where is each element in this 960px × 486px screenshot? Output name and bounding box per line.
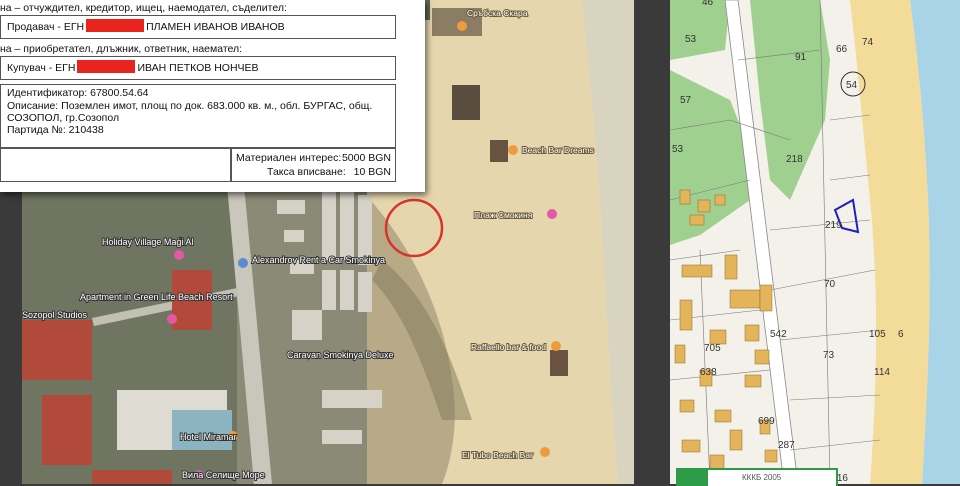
label-sozopol-studios: Sozopol Studios [22, 310, 88, 320]
seller-name: ПЛАМЕН ИВАНОВ ИВАНОВ [146, 21, 285, 33]
parcel-54: 54 [846, 80, 858, 91]
parcel-74: 74 [862, 37, 874, 48]
parcel-542: 542 [770, 329, 787, 340]
doc-party-header-1: на – отчуждител, кредитор, ищец, наемода… [0, 2, 287, 14]
fees-left-cell [0, 148, 231, 182]
fee-label: Такса вписване: [267, 166, 346, 178]
parcel-705: 705 [704, 343, 721, 354]
property-box: Идентификатор: 67800.54.64 Описание: Поз… [0, 84, 396, 148]
parcel-114: 114 [874, 367, 890, 378]
parcel-91: 91 [795, 52, 807, 63]
seller-prefix: Продавач - ЕГН [7, 21, 85, 33]
label-srabska: Сръбска Скара [467, 8, 528, 18]
buyer-row: Купувач - ЕГН ИВАН ПЕТКОВ НОНЧЕВ [0, 56, 396, 80]
seller-row: Продавач - ЕГН ПЛАМЕН ИВАНОВ ИВАНОВ [0, 15, 396, 39]
parcel-218: 218 [786, 154, 803, 165]
batch-number: Партида №: 210438 [7, 124, 104, 136]
cadastral-map[interactable]: 46 53 91 66 74 57 54 53 218 219 70 542 1… [670, 0, 960, 484]
parcel-287: 287 [778, 440, 795, 451]
description-line2: СОЗОПОЛ, гр.Созопол [7, 112, 120, 124]
doc-party-header-2: на – приобретател, длъжник, ответник, на… [0, 43, 243, 55]
parcel-105: 105 [869, 329, 886, 340]
buyer-text: Купувач - ЕГН ИВАН ПЕТКОВ НОНЧЕВ [7, 60, 259, 74]
buyer-name: ИВАН ПЕТКОВ НОНЧЕВ [137, 62, 259, 74]
interest-value: 5000 BGN [341, 152, 391, 164]
parcel-70: 70 [824, 279, 836, 290]
parcel-6: 6 [898, 329, 904, 340]
buyer-prefix: Купувач - ЕГН [7, 62, 76, 74]
redacted-egn-seller [86, 19, 145, 32]
parcel-53a: 53 [685, 34, 697, 45]
registry-document: на – отчуждител, кредитор, ищец, наемода… [0, 0, 425, 192]
parcel-219: 219 [825, 220, 842, 231]
label-hotel-miramar: Hotel Miramar [180, 432, 237, 442]
parcel-46: 46 [702, 0, 714, 8]
parcel-73: 73 [823, 350, 835, 361]
interest-label: Материален интерес: [236, 152, 342, 164]
label-vila: Вила Селище Море [182, 470, 265, 480]
label-caravan: Caravan Smokinya Deluxe [287, 350, 394, 360]
label-plazh: Плаж Смокиня [474, 210, 533, 220]
parcel-638: 638 [700, 367, 717, 378]
redacted-egn-buyer [77, 60, 136, 73]
label-alexandrov: Alexandrov Rent a Car Smokinya [252, 255, 385, 265]
panel-gap [634, 0, 670, 484]
cadastral-drawing: 46 53 91 66 74 57 54 53 218 219 70 542 1… [670, 0, 960, 484]
fees-box: Материален интерес: 5000 BGN Такса вписв… [231, 148, 396, 182]
parcel-57: 57 [680, 95, 692, 106]
label-apartment: Apartment in Green Life Beach Resort [80, 292, 233, 302]
identifier: Идентификатор: 67800.54.64 [7, 87, 149, 99]
parcel-53b: 53 [672, 144, 684, 155]
label-raffaello: Raffaello bar & food [471, 342, 546, 352]
parcel-699: 699 [758, 416, 775, 427]
tab-label: КККБ 2005 [742, 473, 782, 482]
seller-text: Продавач - ЕГН ПЛАМЕН ИВАНОВ ИВАНОВ [7, 19, 285, 33]
label-beachbar-dreams: Beach Bar Dreams [522, 145, 594, 155]
description-line1: Описание: Поземлен имот, площ по док. 68… [7, 100, 373, 112]
label-el-tubo: El Tubo Beach Bar [462, 450, 533, 460]
label-holiday-village: Holiday Village Maģi Al [102, 237, 193, 247]
parcel-66: 66 [836, 44, 848, 55]
cadastre-tab[interactable]: КККБ 2005 [676, 468, 838, 486]
fee-value: 10 BGN [353, 166, 391, 178]
